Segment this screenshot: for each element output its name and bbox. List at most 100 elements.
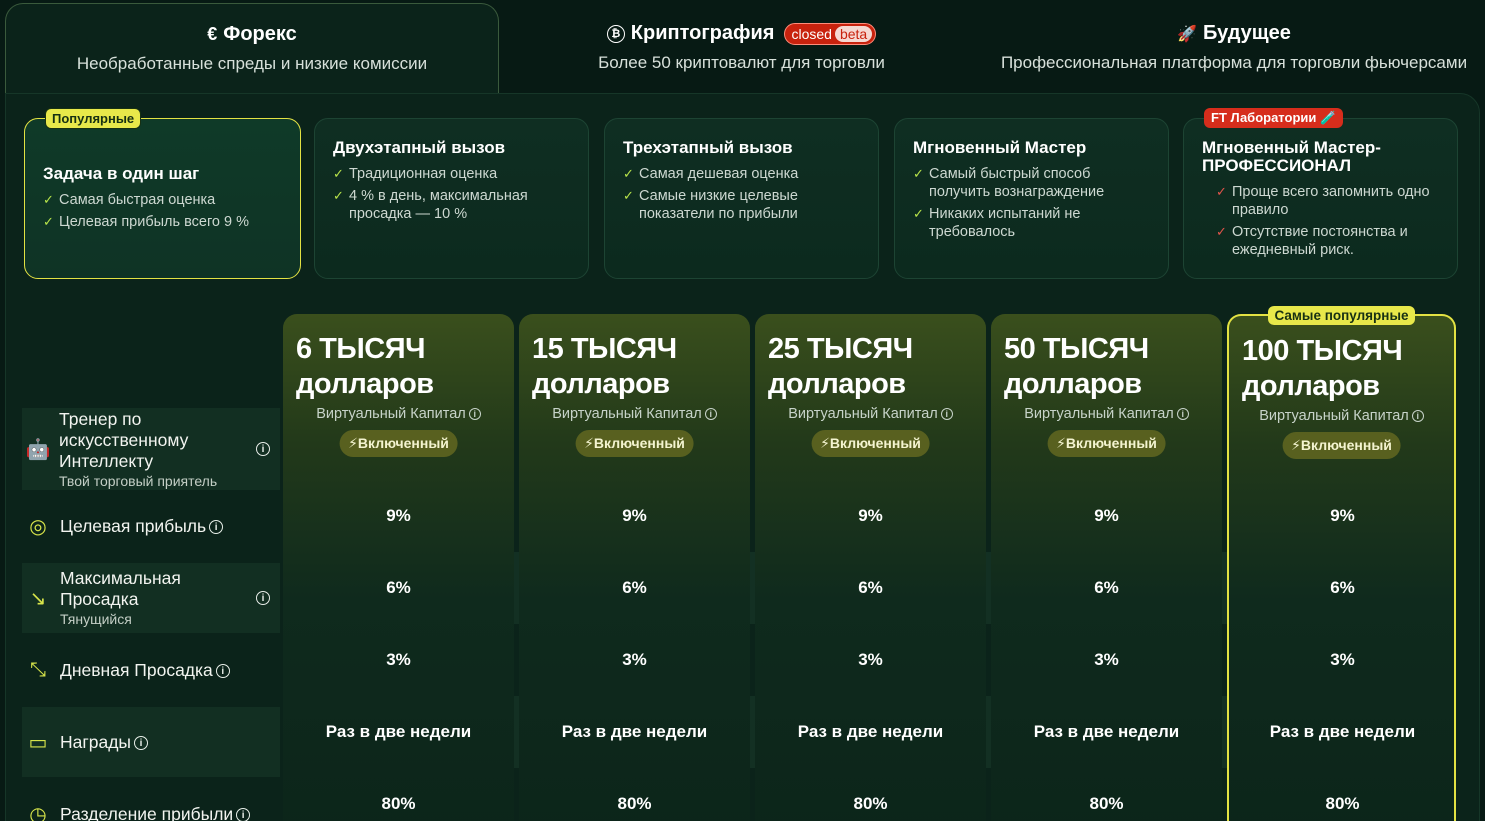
- plan-title: Мгновенный Мастер: [913, 138, 1087, 157]
- tab-forex-title: Форекс: [223, 23, 297, 45]
- clock-icon: ◷: [29, 803, 47, 821]
- tab-futures-subtitle: Профессиональная платформа для торговли …: [1000, 53, 1468, 72]
- plan-card-two-step[interactable]: Двухэтапный вызов ✓ Традиционная оценка ✓…: [314, 118, 589, 279]
- tab-forex-subtitle: Необработанные спреды и низкие комиссии: [76, 54, 428, 73]
- check-icon: ✓: [1216, 224, 1227, 239]
- table-cell-split: 80%: [1089, 794, 1124, 813]
- target-icon: ◎: [29, 515, 47, 538]
- table-cell-max_dd: 6%: [386, 578, 411, 597]
- tab-futures-title: Будущее: [1203, 22, 1291, 44]
- table-cell-target: 9%: [1094, 506, 1119, 525]
- plan-card-one-step[interactable]: Популярные Задача в один шаг ✓ Самая быст…: [24, 108, 301, 279]
- info-icon[interactable]: i: [215, 664, 230, 679]
- table-cell-max_dd: 6%: [1330, 578, 1355, 597]
- table-cell-target: 9%: [858, 506, 883, 525]
- table-cell-daily_dd: 3%: [622, 650, 647, 669]
- virtual-capital-label: Виртуальный Капитал i: [1229, 408, 1454, 424]
- popular-badge: Популярные: [45, 108, 142, 129]
- plan-card-instant-master-pro[interactable]: FT Лаборатории 🧪 Мгновенный Мастер-ПРОФЕ…: [1183, 108, 1458, 279]
- info-icon[interactable]: i: [256, 442, 270, 456]
- price-title: 100 ТЫСЯЧ долларов: [1242, 335, 1403, 402]
- check-icon: ✓: [913, 166, 924, 181]
- table-cell-target: 9%: [1330, 506, 1355, 525]
- info-icon: i: [1411, 410, 1424, 423]
- market-tabs: € Форекс Необработанные спреды и низкие …: [0, 0, 1485, 103]
- table-cell-daily_dd: 3%: [858, 650, 883, 669]
- table-cell-rewards: Раз в две недели: [561, 722, 708, 741]
- info-icon[interactable]: i: [209, 520, 224, 535]
- row-label-rewards: ▭ Награды i: [22, 707, 280, 777]
- info-icon: i: [468, 408, 481, 421]
- table-cell-target: 9%: [622, 506, 647, 525]
- table-cell-split: 80%: [381, 794, 416, 813]
- info-icon[interactable]: i: [236, 808, 251, 821]
- table-cell-daily_dd: 3%: [1330, 650, 1355, 669]
- check-icon: ✓: [913, 206, 924, 221]
- plan-card-instant-master[interactable]: Мгновенный Мастер ✓ Самый быстрый способ …: [894, 118, 1169, 279]
- table-cell-target: 9%: [386, 506, 411, 525]
- tab-crypto[interactable]: ₿ Криптография closed beta Более 50 крип…: [499, 0, 984, 95]
- rocket-icon: 🚀: [1177, 25, 1197, 43]
- price-title: 25 ТЫСЯЧ долларов: [768, 333, 913, 400]
- plan-title: Трехэтапный вызов: [623, 138, 793, 157]
- included-badge: ⚡Включенный: [811, 430, 930, 457]
- plan-title: Двухэтапный вызов: [333, 138, 506, 157]
- included-badge: ⚡Включенный: [1047, 430, 1166, 457]
- included-badge: ⚡Включенный: [575, 430, 694, 457]
- euro-icon: €: [207, 24, 218, 44]
- trend-down-icon: ↘: [29, 587, 47, 610]
- check-icon: ✓: [1216, 184, 1227, 199]
- money-icon: ▭: [28, 731, 48, 754]
- table-cell-rewards: Раз в две недели: [325, 722, 472, 741]
- info-icon: i: [940, 408, 953, 421]
- row-label-max-drawdown: ↘ Максимальная Просадка Тянущийся i: [22, 563, 280, 633]
- tab-forex[interactable]: € Форекс Необработанные спреды и низкие …: [5, 3, 499, 103]
- info-icon[interactable]: i: [134, 736, 149, 751]
- robot-icon: 🤖: [25, 438, 51, 461]
- plan-title: Мгновенный Мастер-ПРОФЕССИОНАЛ: [1202, 138, 1381, 175]
- virtual-capital-label: Виртуальный Капитал i: [519, 406, 750, 422]
- ft-labs-badge: FT Лаборатории 🧪: [1204, 108, 1344, 128]
- plan-title: Задача в один шаг: [43, 164, 200, 183]
- tab-futures[interactable]: 🚀 Будущее Профессиональная платформа для…: [984, 0, 1484, 95]
- check-icon: ✓: [333, 166, 344, 181]
- table-cell-max_dd: 6%: [1094, 578, 1119, 597]
- table-cell-rewards: Раз в две недели: [1269, 722, 1416, 741]
- closed-beta-badge: closed beta: [784, 22, 877, 45]
- check-icon: ✓: [623, 166, 634, 181]
- info-icon: i: [1176, 408, 1189, 421]
- check-icon: ✓: [43, 192, 54, 207]
- table-cell-daily_dd: 3%: [1094, 650, 1119, 669]
- bitcoin-icon: ₿: [606, 24, 625, 43]
- price-title: 6 ТЫСЯЧ долларов: [296, 333, 434, 400]
- info-icon: i: [704, 408, 717, 421]
- tab-crypto-title: Криптография: [630, 22, 775, 44]
- virtual-capital-label: Виртуальный Капитал i: [283, 406, 514, 422]
- table-cell-max_dd: 6%: [622, 578, 647, 597]
- included-badge: ⚡Включенный: [339, 430, 458, 457]
- row-label-profit-split: ◷ Разделение прибыли i: [22, 784, 280, 821]
- check-icon: ✓: [623, 188, 634, 203]
- row-label-daily-drawdown: ⤡ Дневная Просадка i: [22, 640, 280, 700]
- check-icon: ✓: [333, 188, 344, 203]
- plan-card-three-step[interactable]: Трехэтапный вызов ✓ Самая дешевая оценка …: [604, 118, 879, 279]
- table-cell-split: 80%: [1325, 794, 1360, 813]
- check-icon: ✓: [43, 214, 54, 229]
- info-icon[interactable]: i: [256, 591, 270, 605]
- tab-crypto-subtitle: Более 50 криптовалют для торговли: [598, 53, 885, 72]
- virtual-capital-label: Виртуальный Капитал i: [991, 406, 1222, 422]
- table-cell-rewards: Раз в две недели: [797, 722, 944, 741]
- row-label-target-profit: ◎ Целевая прибыль i: [22, 496, 280, 556]
- table-cell-max_dd: 6%: [858, 578, 883, 597]
- table-cell-rewards: Раз в две недели: [1033, 722, 1180, 741]
- table-cell-split: 80%: [617, 794, 652, 813]
- table-cell-split: 80%: [853, 794, 888, 813]
- price-title: 50 ТЫСЯЧ долларов: [1004, 333, 1149, 400]
- most-popular-badge: Самые популярные: [1267, 306, 1416, 325]
- virtual-capital-label: Виртуальный Капитал i: [755, 406, 986, 422]
- row-label-ai-coach: 🤖 Тренер по искусственному Интеллекту Тв…: [22, 408, 280, 490]
- price-title: 15 ТЫСЯЧ долларов: [532, 333, 677, 400]
- arrows-in-icon: ⤡: [30, 658, 46, 681]
- table-cell-daily_dd: 3%: [386, 650, 411, 669]
- included-badge: ⚡Включенный: [1282, 432, 1401, 459]
